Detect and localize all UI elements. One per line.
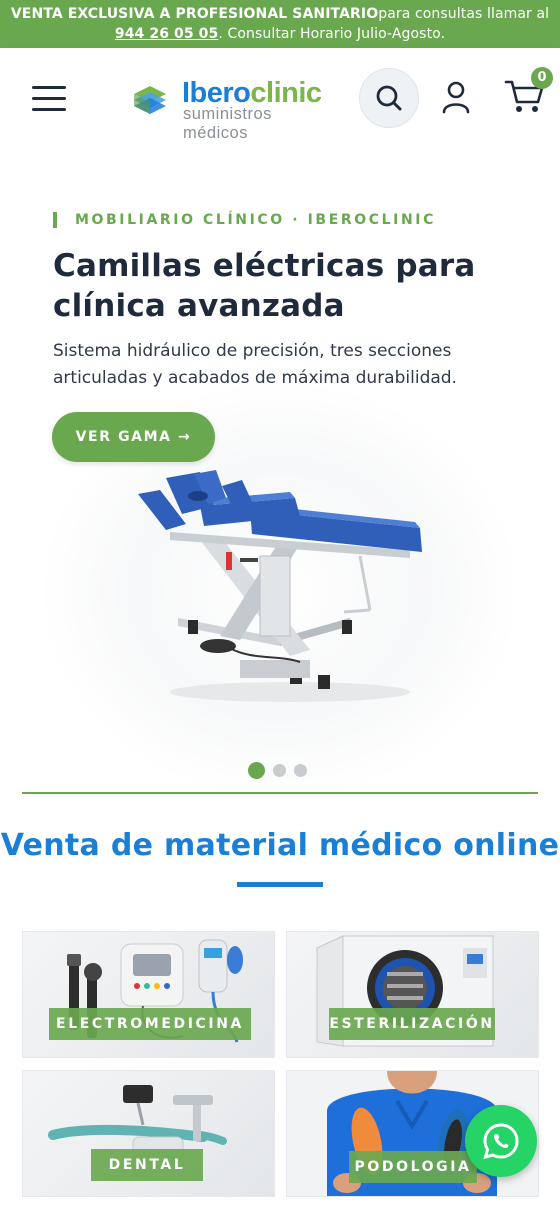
slider-dot-1[interactable] <box>248 762 265 779</box>
section-title: Venta de material médico online <box>0 828 560 863</box>
hero-kicker: MOBILIARIO CLÍNICO · IBEROCLINIC <box>53 212 436 228</box>
logo-mark-icon <box>134 86 166 114</box>
cart-count-badge: 0 <box>531 67 553 89</box>
site-header: Iberoclinic suministros médicos <box>0 48 560 150</box>
account-button[interactable] <box>438 78 474 118</box>
section-title-underline <box>237 882 323 887</box>
promo-text-after: . Consultar Horario Julio-Agosto. <box>218 26 446 42</box>
logo-subtitle: suministros médicos <box>183 105 272 142</box>
category-card-esterilizacion[interactable]: ESTERILIZACIÓN <box>286 931 539 1058</box>
category-label-esterilizacion: ESTERILIZACIÓN <box>329 1008 495 1040</box>
category-label-podologia: PODOLOGIA <box>349 1151 477 1183</box>
promo-text: para consultas llamar al <box>378 6 550 22</box>
category-card-electromedicina[interactable]: ELECTROMEDICINA <box>22 931 275 1058</box>
promo-bar: VENTA EXCLUSIVA A PROFESIONAL SANITARIOp… <box>0 0 560 48</box>
electric-stretcher-image <box>138 470 422 702</box>
category-card-dental[interactable]: DENTAL <box>22 1070 275 1197</box>
slider-dot-2[interactable] <box>273 764 286 777</box>
search-icon <box>376 85 402 111</box>
promo-bold-text: VENTA EXCLUSIVA A PROFESIONAL SANITARIO <box>10 6 379 22</box>
search-button[interactable] <box>359 68 419 128</box>
user-icon <box>442 81 470 114</box>
hero-description: Sistema hidráulico de precisión, tres se… <box>53 341 457 388</box>
view-range-button[interactable]: VER GAMA → <box>52 412 215 462</box>
whatsapp-button[interactable] <box>465 1105 537 1177</box>
hero-title: Camillas eléctricas para clínica avanzad… <box>53 248 476 324</box>
promo-phone-link[interactable]: 944 26 05 05 <box>115 26 219 42</box>
whatsapp-icon <box>483 1123 519 1160</box>
site-logo[interactable]: Iberoclinic suministros médicos <box>130 76 340 142</box>
category-label-dental: DENTAL <box>91 1149 203 1181</box>
slider-dot-3[interactable] <box>294 764 307 777</box>
hero-slider: MOBILIARIO CLÍNICO · IBEROCLINIC Camilla… <box>0 150 560 794</box>
slider-dots <box>248 762 307 779</box>
category-label-electromedicina: ELECTROMEDICINA <box>49 1008 251 1040</box>
hamburger-menu-icon[interactable] <box>32 86 66 112</box>
hero-divider <box>22 792 538 794</box>
